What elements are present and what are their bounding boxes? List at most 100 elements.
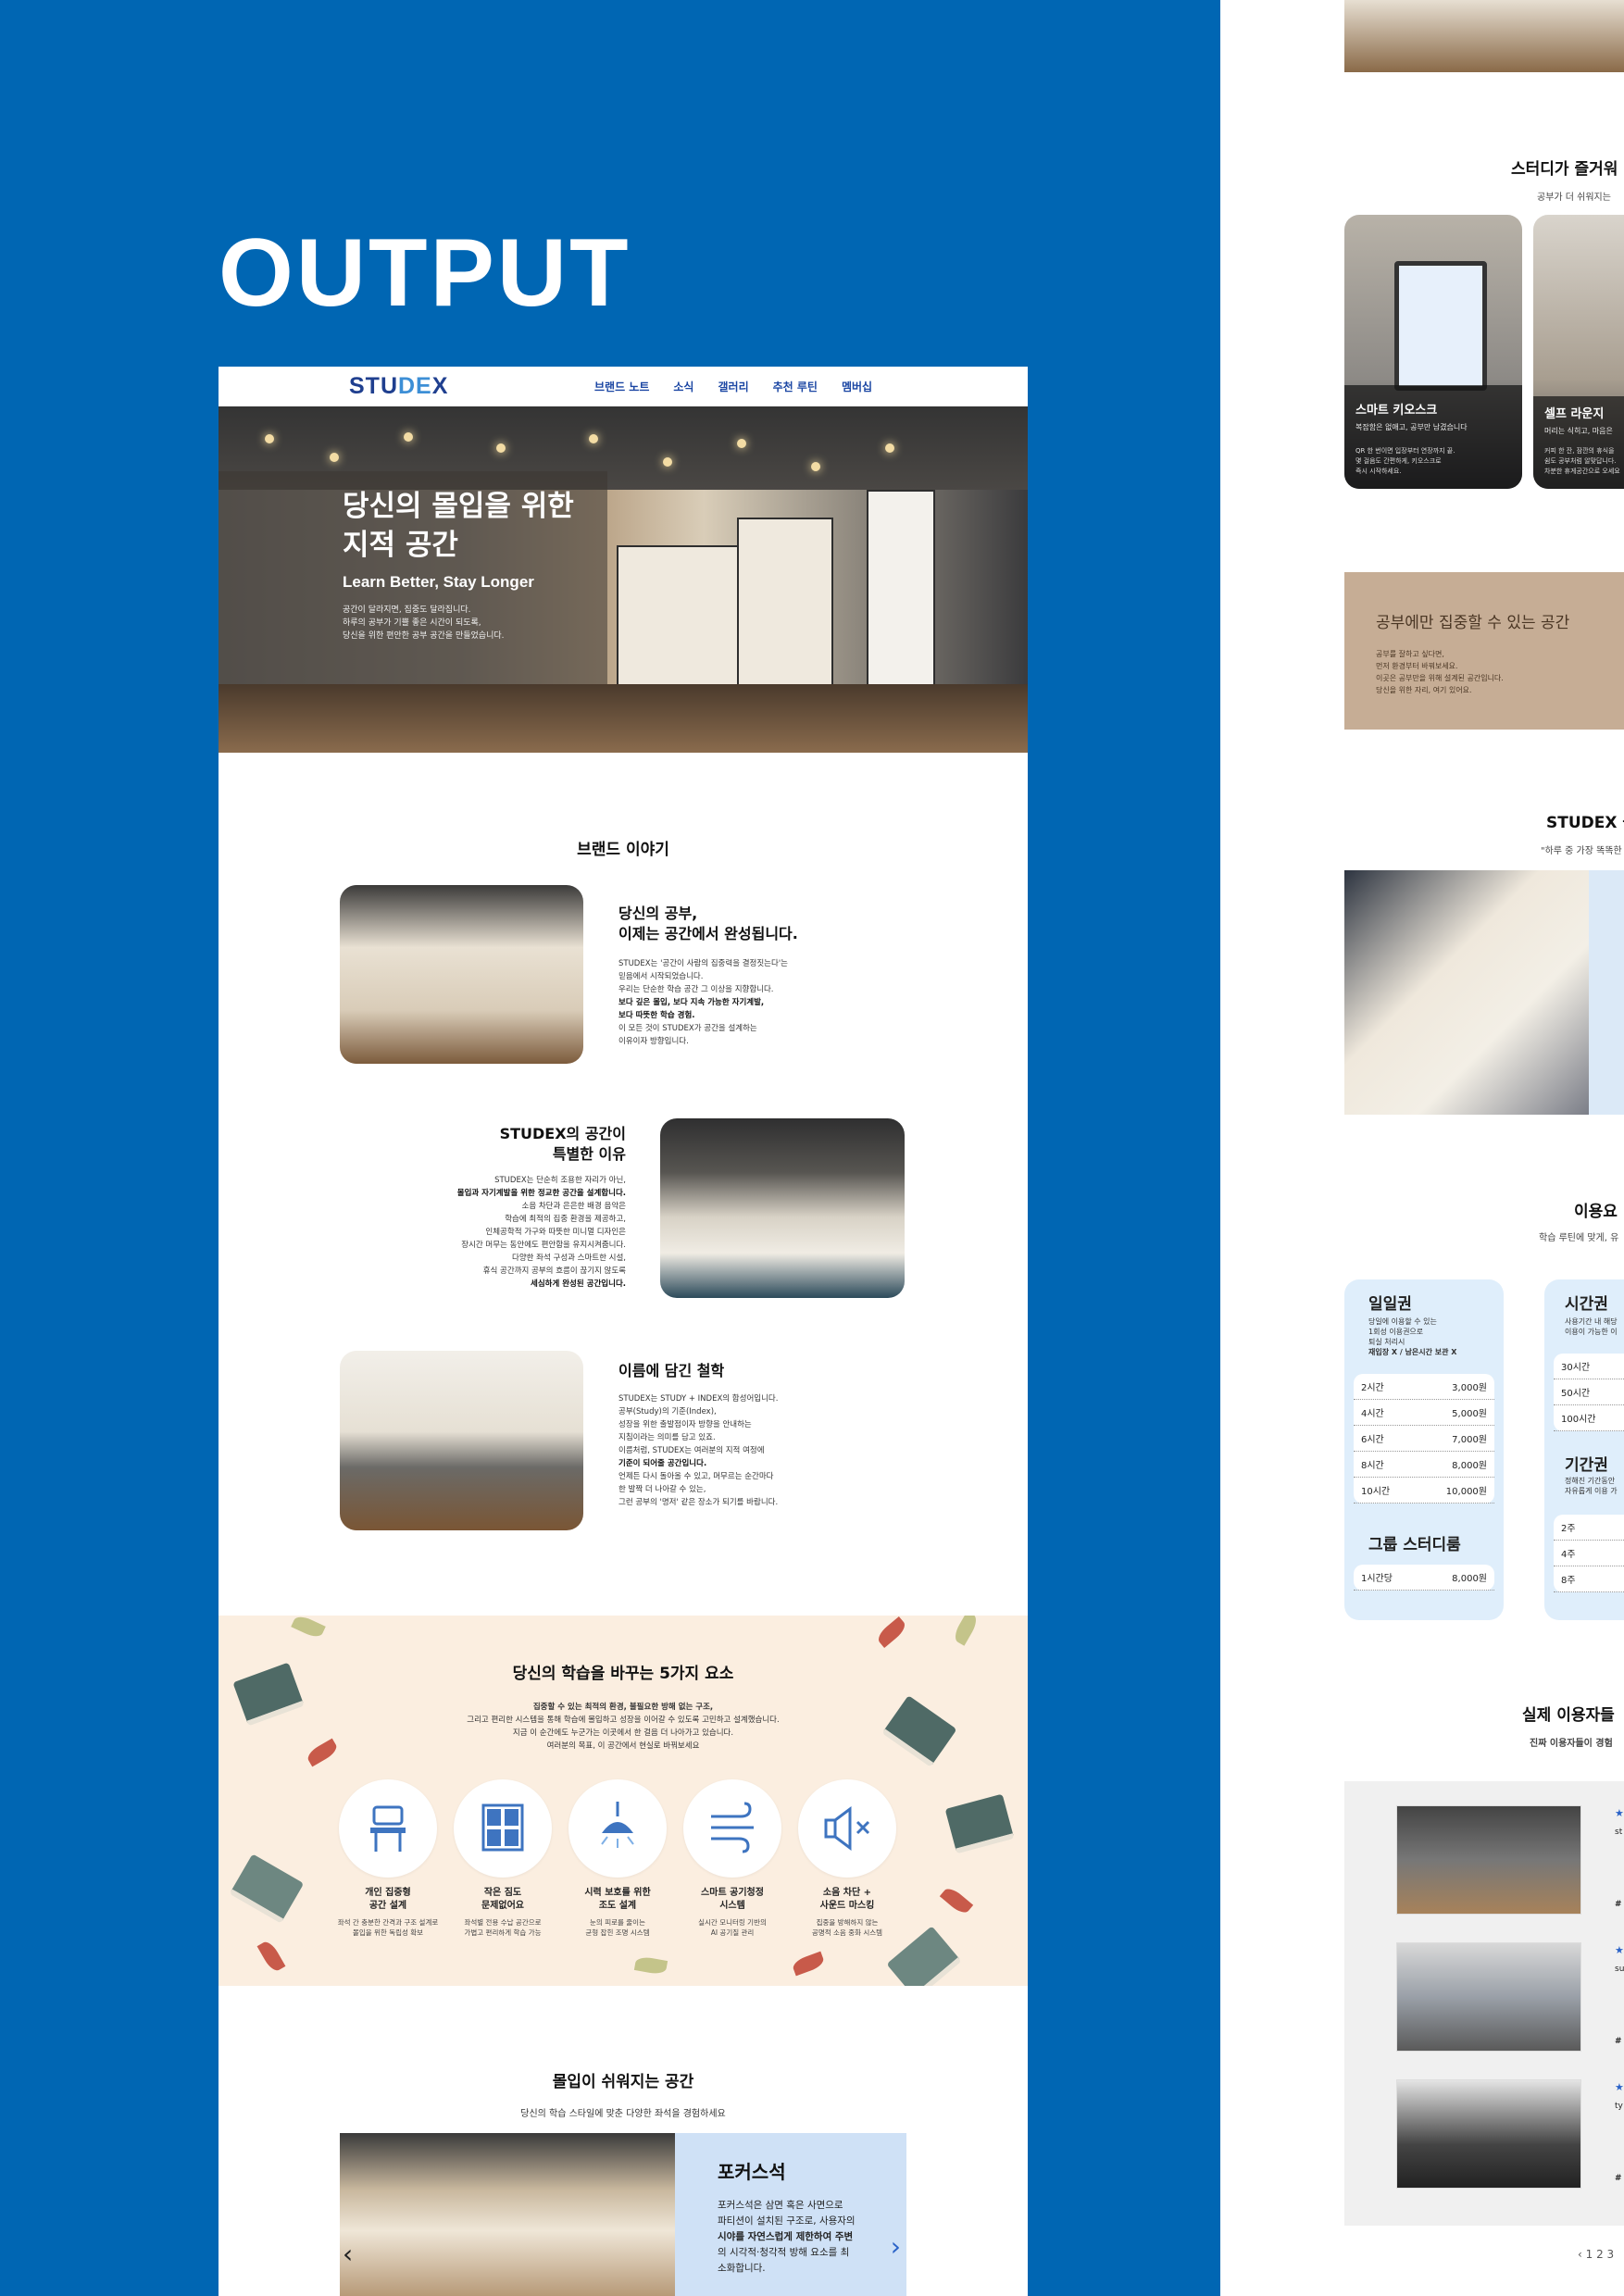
brand-photo-3 xyxy=(340,1351,583,1530)
review-author: st xyxy=(1615,1828,1623,1837)
feature-desc: 눈의 피로를 줄이는 균형 잡힌 조명 시스템 xyxy=(585,1918,650,1937)
routine-subtitle: "하루 중 가장 똑똑한 xyxy=(1541,846,1622,856)
period-pass-table: 2주 4주 8주 xyxy=(1554,1515,1624,1592)
lamp-icon xyxy=(496,443,506,453)
lounge-subtitle: 머리는 식히고, 마음은 xyxy=(1544,427,1613,435)
air-purifier-icon xyxy=(711,1802,754,1853)
reviews-title: 실제 이용자들 xyxy=(1522,1706,1615,1725)
five-elements-title: 당신의 학습을 바꾸는 5가지 요소 xyxy=(512,1665,734,1683)
kiosk-subtitle: 복잡함은 없애고, 공부만 남겼습니다 xyxy=(1355,423,1468,431)
routine-title: STUDEX 몰 xyxy=(1546,814,1624,832)
focus-seat-title: 포커스석 xyxy=(718,2161,786,2183)
brand-photo-1 xyxy=(340,885,583,1064)
review-rating: ★ xyxy=(1615,1807,1624,1819)
brand-block2-title: STUDEX의 공간이 특별한 이유 xyxy=(499,1125,626,1163)
reviews-pagination[interactable]: ‹ 1 2 3 xyxy=(1578,2248,1614,2261)
kiosk-screen xyxy=(1394,261,1487,391)
feature-locker-circle xyxy=(454,1779,552,1878)
price-row: 50시간 xyxy=(1554,1379,1624,1405)
feature-sound-circle xyxy=(798,1779,896,1878)
focus-seat-text: 포커스석은 삼면 혹은 사면으로 파티션이 설치된 구조로, 사용자의 시야를 … xyxy=(718,2200,856,2274)
review-tag: # xyxy=(1615,2174,1622,2183)
feature-desc: 실시간 모니터링 기반의 AI 공기질 관리 xyxy=(698,1918,767,1937)
price-row: 4주 xyxy=(1554,1541,1624,1566)
hourly-pass-title: 시간권 xyxy=(1565,1295,1608,1314)
lounge-card: 셀프 라운지 머리는 식히고, 마음은 커피 한 잔, 잠깐의 휴식을 쉼도 공부… xyxy=(1533,215,1624,489)
price-row: 8시간 8,000원 xyxy=(1354,1452,1494,1478)
site-preview-main: STUDEX 브랜드 노트 소식 갤러리 추천 루틴 멤버십 당신의 몰입을 위… xyxy=(219,367,1028,2296)
price-row: 1시간당 8,000원 xyxy=(1354,1565,1494,1591)
leaf-decoration xyxy=(633,1955,668,1976)
lamp-icon xyxy=(330,453,339,462)
fun-title: 스터디가 즐거워 xyxy=(1511,160,1618,179)
nav-item-membership[interactable]: 멤버십 xyxy=(842,379,872,394)
review-author: su xyxy=(1615,1965,1624,1974)
nav-menu: 브랜드 노트 소식 갤러리 추천 루틴 멤버십 xyxy=(594,379,872,394)
partition-panel xyxy=(617,545,741,688)
output-title: OUTPUT xyxy=(219,219,631,327)
daily-pass-table: 2시간 3,000원 4시간 5,000원 6시간 7,000원 8시간 8,000원 … xyxy=(1354,1374,1494,1504)
lounge-title: 셀프 라운지 xyxy=(1544,407,1605,421)
hero-banner: 당신의 몰입을 위한 지적 공간 Learn Better, Stay Long… xyxy=(219,406,1028,753)
kiosk-title: 스마트 키오스크 xyxy=(1355,404,1438,418)
site-logo[interactable]: STUDEX xyxy=(349,373,448,400)
nav-item-routine[interactable]: 추천 루틴 xyxy=(773,379,818,394)
nav-item-gallery[interactable]: 갤러리 xyxy=(718,379,748,394)
routine-photo xyxy=(1344,870,1589,1115)
nav-item-news[interactable]: 소식 xyxy=(673,379,693,394)
immersion-title: 몰입이 쉬워지는 공간 xyxy=(552,2073,694,2091)
review-photo xyxy=(1396,1942,1581,2052)
brand-section-title: 브랜드 이야기 xyxy=(577,841,669,859)
pricing-subtitle: 학습 루틴에 맞게, 유 xyxy=(1539,1233,1619,1243)
kiosk-card: 스마트 키오스크 복잡함은 없애고, 공부만 남겼습니다 QR 한 번이면 입장… xyxy=(1344,215,1522,489)
period-pass-desc: 정해진 기간동안 자유롭게 이용 가 xyxy=(1565,1477,1618,1495)
feature-title: 개인 집중형 공간 설계 xyxy=(365,1888,411,1911)
lamp-icon xyxy=(404,432,413,442)
focus-seat-photo xyxy=(340,2133,675,2296)
review-tag: # xyxy=(1615,1900,1622,1909)
five-elements-intro: 집중할 수 있는 최적의 환경, 불필요한 방해 없는 구조, 그리고 편리한 … xyxy=(467,1703,780,1751)
carousel-next-button[interactable]: › xyxy=(891,2231,901,2262)
nav-item-brand-note[interactable]: 브랜드 노트 xyxy=(594,379,649,394)
lounge-text: 커피 한 잔, 잠깐의 휴식을 쉼도 공부처럼 알맞답니다. 차분한 휴게공간으로 … xyxy=(1544,447,1620,475)
locker-icon xyxy=(481,1803,524,1852)
five-elements-section: 당신의 학습을 바꾸는 5가지 요소 집중할 수 있는 최적의 환경, 불필요한… xyxy=(219,1616,1028,1986)
feature-title: 스마트 공기청정 시스템 xyxy=(701,1888,764,1911)
feature-lamp-circle xyxy=(568,1779,667,1878)
brand-block1-text: STUDEX는 '공간이 사람의 집중력을 결정짓는다'는 믿음에서 시작되었습… xyxy=(618,959,788,1046)
brand-block1-title: 당신의 공부, 이제는 공간에서 완성됩니다. xyxy=(618,905,798,942)
right-top-photo xyxy=(1344,0,1624,72)
book-decoration xyxy=(944,1793,1015,1854)
feature-air-circle xyxy=(683,1779,781,1878)
price-row: 30시간 xyxy=(1554,1354,1624,1379)
desk-chair-icon xyxy=(370,1805,406,1852)
daily-pass-card: 일일권 당일에 이용할 수 있는 1회성 이용권으로 퇴실 처리시 재입장 X / 남… xyxy=(1344,1279,1504,1620)
leaf-decoration xyxy=(291,1616,326,1641)
hero-subtitle: Learn Better, Stay Longer xyxy=(343,573,534,591)
carousel-prev-button[interactable]: ‹ xyxy=(343,2239,353,2269)
price-row: 2주 xyxy=(1554,1515,1624,1541)
feature-title: 작은 짐도 문제없어요 xyxy=(481,1888,524,1911)
review-photo xyxy=(1396,1805,1581,1915)
brand-photo-2 xyxy=(660,1118,905,1298)
lamp-icon xyxy=(589,434,598,443)
leaf-decoration xyxy=(256,1939,286,1974)
site-nav: STUDEX 브랜드 노트 소식 갤러리 추천 루틴 멤버십 xyxy=(219,367,1028,407)
lamp-icon xyxy=(885,443,894,453)
group-room-table: 1시간당 8,000원 xyxy=(1354,1565,1494,1591)
review-tag: # xyxy=(1615,2037,1622,2046)
focus-banner: 공부에만 집중할 수 있는 공간 공부를 잘하고 싶다면, 먼저 환경부터 바꿔보… xyxy=(1344,572,1624,730)
feature-desk-circle xyxy=(339,1779,437,1878)
brand-block3-title: 이름에 담긴 철학 xyxy=(618,1362,725,1379)
review-author: ty xyxy=(1615,2102,1623,2111)
partition-panel xyxy=(867,490,935,716)
focus-banner-title: 공부에만 집중할 수 있는 공간 xyxy=(1376,614,1570,632)
lamp-icon xyxy=(663,457,672,467)
leaf-decoration xyxy=(874,1616,909,1649)
feature-desc: 집중을 방해하지 않는 공명적 소음 중화 시스템 xyxy=(811,1918,883,1937)
focus-banner-text: 공부를 잘하고 싶다면, 먼저 환경부터 바꿔보세요. 이곳은 공부만을 위해 설계… xyxy=(1376,650,1504,694)
feature-desc: 좌석별 전용 수납 공간으로 가볍고 편리하게 학습 가능 xyxy=(464,1918,542,1937)
leaf-decoration xyxy=(939,1884,974,1917)
speaker-mute-icon xyxy=(824,1806,870,1851)
leaf-decoration xyxy=(951,1616,981,1646)
